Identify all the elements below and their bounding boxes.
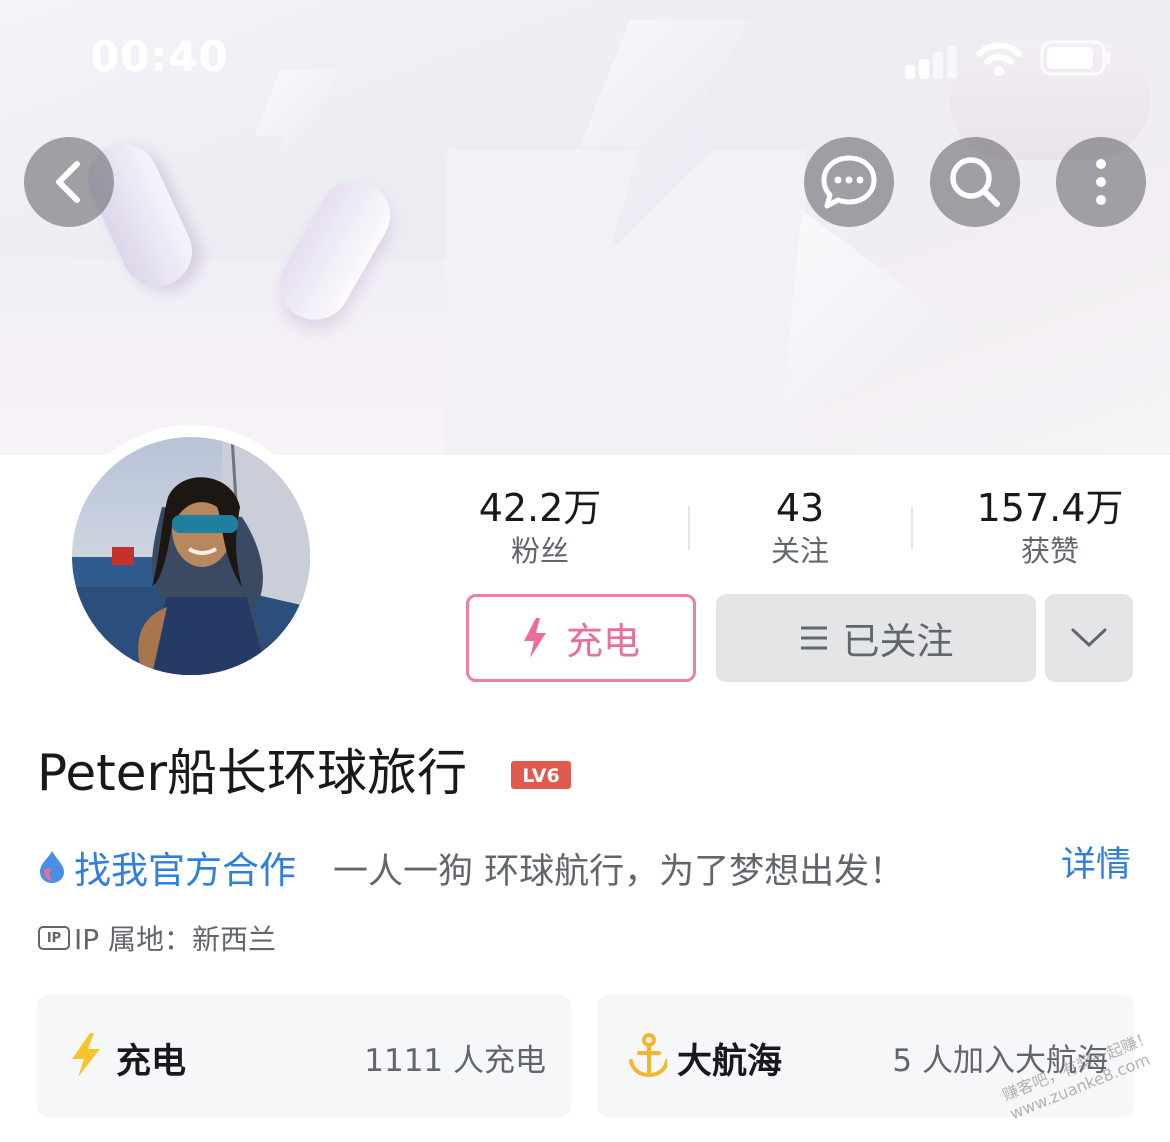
level-text: LV6 [522,765,559,787]
card-title: 充电 [116,1042,187,1082]
avatar[interactable] [72,437,310,675]
stat-following[interactable]: 43 关注 [700,485,900,571]
charge-card[interactable]: 充电 1111 人充电 [36,995,572,1117]
detail-link[interactable]: 详情 [1061,836,1131,887]
stat-label: 粉丝 [510,534,569,568]
official-cooperation-link[interactable]: 找我官方合作 [38,840,296,894]
username: Peter船长环球旅行 [37,744,468,802]
search-button[interactable] [930,137,1020,227]
card-note: 1111 人充电 [364,1043,546,1079]
level-badge: LV6 [511,761,571,789]
back-button[interactable] [24,137,114,227]
divider [911,506,913,550]
search-icon [950,157,1000,207]
card-title: 大航海 [677,1042,783,1082]
menu-lines-icon [800,626,827,650]
stat-value: 43 [775,486,825,530]
wifi-icon [976,42,1022,76]
cooperation-label: 找我官方合作 [74,849,296,892]
battery-icon [1040,40,1110,76]
lightning-icon [524,618,546,658]
vertical-ellipsis-icon [1096,159,1106,205]
lightning-decoration [255,70,340,190]
chevron-left-icon [56,161,80,203]
stat-value: 42.2万 [478,486,602,530]
stat-label: 关注 [770,534,829,568]
charge-button[interactable]: 充电 [466,594,696,682]
more-options-button[interactable] [1056,137,1146,227]
anchor-icon [629,1033,667,1078]
chevron-down-icon [1071,628,1107,648]
followed-button[interactable]: 已关注 [716,594,1036,682]
stat-likes[interactable]: 157.4万 获赞 [940,485,1160,571]
stat-followers[interactable]: 42.2万 粉丝 [440,485,640,571]
banner-decoration [445,150,805,455]
bio-text: 一人一狗 环球航行，为了梦想出发！ [333,852,905,892]
ip-location: IP IP 属地：新西兰 [38,918,276,958]
followed-button-label: 已关注 [842,620,954,663]
ip-location-text: IP 属地：新西兰 [74,923,277,956]
stat-value: 157.4万 [976,486,1124,530]
message-button[interactable] [804,137,894,227]
flame-icon [40,851,64,883]
banner-decoration [0,260,470,455]
charge-button-label: 充电 [566,620,640,663]
status-time: 00:40 [90,32,229,81]
divider [688,506,690,550]
lightning-icon [72,1033,100,1077]
cellular-signal-icon [905,45,957,79]
ip-icon: IP [38,926,70,950]
follow-options-dropdown[interactable] [1045,594,1133,682]
chat-bubble-icon [821,155,877,209]
stat-label: 获赞 [1020,534,1079,568]
